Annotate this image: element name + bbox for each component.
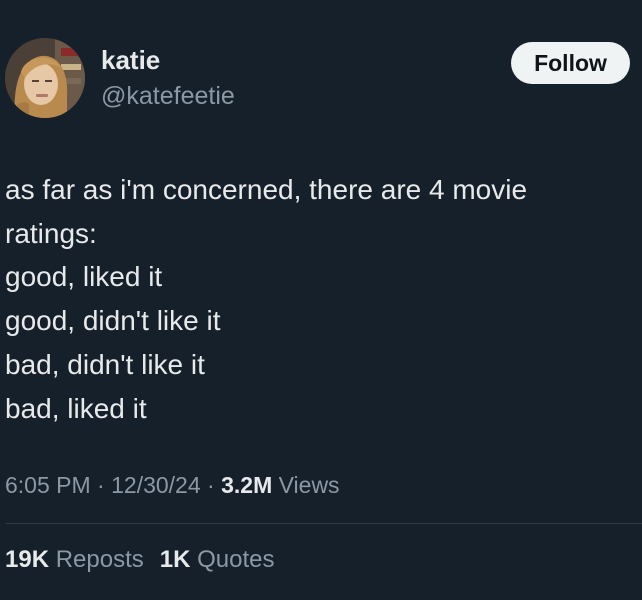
tweet-text-line: ratings:: [5, 217, 97, 249]
tweet-stats: 19K Reposts 1K Quotes: [5, 543, 275, 577]
tweet-text-line: as far as i'm concerned, there are 4 mov…: [5, 174, 528, 205]
reposts-label: Reposts: [55, 546, 144, 573]
author-handle[interactable]: @katefeetie: [101, 80, 235, 112]
quotes-stat[interactable]: 1K Quotes: [160, 546, 275, 573]
tweet-time[interactable]: 6:05 PM: [5, 472, 91, 498]
author-display-name[interactable]: katie: [101, 44, 160, 76]
quotes-count: 1K: [159, 546, 191, 573]
reposts-count: 19K: [5, 546, 50, 573]
follow-button[interactable]: Follow: [511, 42, 630, 84]
meta-separator: ·: [97, 472, 105, 498]
tweet-date[interactable]: 12/30/24: [111, 472, 201, 498]
tweet-text-line: good, liked it: [5, 261, 163, 293]
reposts-stat[interactable]: 19K Reposts: [5, 546, 144, 573]
tweet-card: katie @katefeetie Follow as far as i'm c…: [0, 0, 642, 600]
tweet-text-line: good, didn't like it: [5, 305, 221, 337]
tweet-meta: 6:05 PM · 12/30/24 · 3.2M Views: [5, 468, 340, 502]
divider: [5, 523, 642, 524]
views-count: 3.2M: [221, 472, 273, 498]
avatar[interactable]: [5, 38, 85, 118]
profile-photo-icon: [5, 38, 85, 118]
tweet-text: as far as i'm concerned, there are 4 mov…: [5, 168, 625, 430]
meta-separator: ·: [207, 472, 215, 498]
views-label: Views: [278, 472, 340, 498]
tweet-text-line: bad, didn't like it: [5, 348, 205, 380]
tweet-text-line: bad, liked it: [5, 392, 147, 424]
quotes-label: Quotes: [197, 546, 275, 573]
